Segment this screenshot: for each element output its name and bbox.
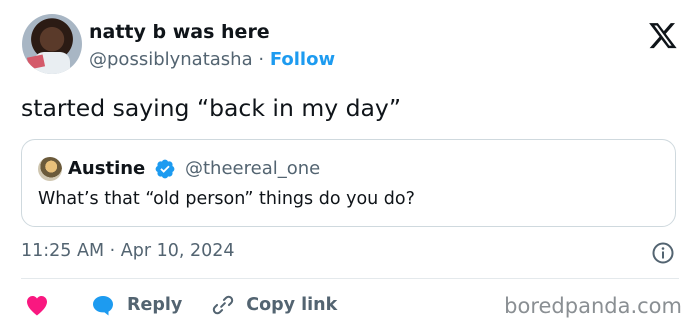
divider <box>21 278 679 279</box>
quoted-author-name[interactable]: Austine <box>68 158 145 179</box>
heart-icon[interactable] <box>25 294 49 316</box>
handle-separator: · <box>258 49 265 70</box>
tweet-timestamp[interactable]: 11:25 AM · Apr 10, 2024 <box>21 241 235 261</box>
follow-button[interactable]: Follow <box>270 49 335 70</box>
copy-link-button[interactable]: Copy link <box>246 295 337 315</box>
verified-badge-icon <box>155 159 175 179</box>
author-name[interactable]: natty b was here <box>89 21 270 43</box>
author-handle-row: @possiblynatasha · Follow <box>89 49 335 70</box>
watermark: boredpanda.com <box>504 294 682 318</box>
link-icon[interactable] <box>212 294 234 316</box>
reply-icon[interactable] <box>91 294 115 316</box>
quoted-avatar[interactable] <box>38 157 62 181</box>
reply-button[interactable]: Reply <box>127 295 182 315</box>
info-icon[interactable] <box>651 241 675 265</box>
author-avatar[interactable] <box>22 14 82 74</box>
action-bar: Reply Copy link <box>25 292 337 318</box>
quoted-author-handle[interactable]: @theereal_one <box>185 158 320 179</box>
quoted-text: What’s that “old person” things do you d… <box>38 189 415 209</box>
author-handle[interactable]: @possiblynatasha <box>89 49 253 70</box>
quoted-tweet[interactable]: Austine @theereal_one What’s that “old p… <box>21 139 676 227</box>
x-logo-icon[interactable] <box>648 20 678 50</box>
tweet-text: started saying “back in my day” <box>21 94 401 122</box>
